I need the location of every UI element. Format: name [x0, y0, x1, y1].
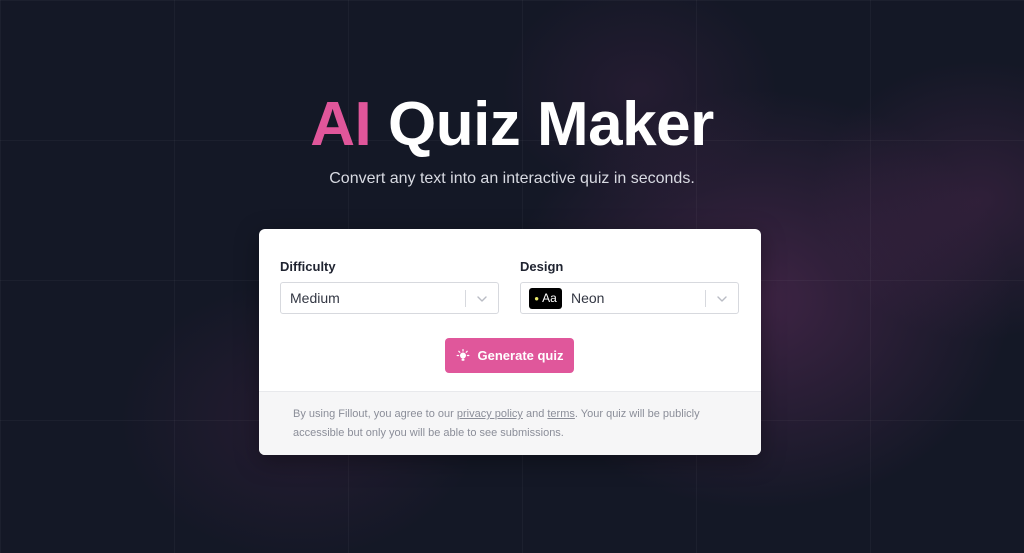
difficulty-label: Difficulty [280, 259, 336, 274]
generate-quiz-label: Generate quiz [477, 348, 564, 363]
terms-text: and [522, 408, 548, 420]
theme-swatch: ● Aa [529, 287, 562, 309]
select-separator [465, 290, 466, 307]
page: AI Quiz Maker Convert any text into an i… [0, 0, 1024, 553]
generate-quiz-button[interactable]: Generate quiz [445, 338, 574, 373]
page-title: AI Quiz Maker [0, 88, 1024, 162]
chevron-down-icon[interactable] [715, 292, 729, 306]
select-separator [705, 290, 706, 307]
design-value: Neon [571, 290, 605, 306]
sparkle-icon: ● [534, 293, 540, 303]
lightbulb-icon [456, 348, 469, 361]
privacy-policy-link[interactable]: privacy policy [457, 408, 523, 420]
design-label: Design [520, 259, 564, 274]
design-select[interactable]: ● Aa Neon [520, 282, 739, 314]
chevron-down-icon[interactable] [475, 292, 489, 306]
terms-text: By using Fillout, you agree to our [293, 408, 457, 420]
terms-notice: By using Fillout, you agree to our priva… [259, 391, 761, 455]
difficulty-select[interactable]: Medium [280, 282, 499, 314]
design-field: Design ● Aa Neon [520, 259, 739, 314]
terms-link[interactable]: terms [547, 408, 575, 420]
difficulty-value: Medium [290, 290, 340, 306]
page-subtitle: Convert any text into an interactive qui… [329, 170, 695, 187]
theme-swatch-text: Aa [542, 291, 557, 305]
title-rest: Quiz Maker [387, 90, 714, 159]
quiz-form-card: Difficulty Medium Design ● Aa Neon Gener… [259, 229, 761, 455]
difficulty-field: Difficulty Medium [280, 259, 499, 314]
title-accent: AI [310, 90, 372, 159]
